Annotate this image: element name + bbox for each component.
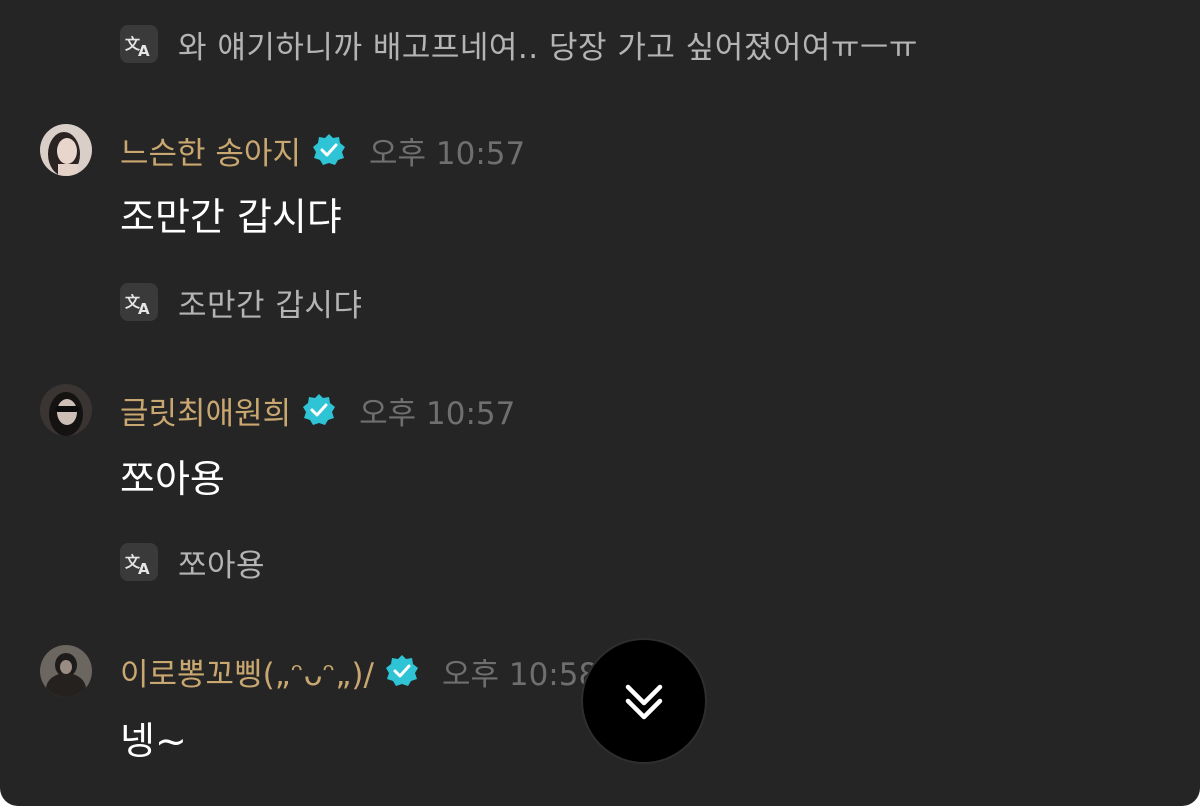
verified-badge-icon bbox=[312, 134, 345, 165]
username[interactable]: 이로뽕꼬삥(„ᵔᴗᵔ„)/ bbox=[120, 649, 374, 694]
message-translation: 文 A 조만간 갑시댜 bbox=[120, 279, 362, 325]
verified-badge-icon bbox=[303, 394, 336, 425]
chevron-double-down-icon bbox=[625, 684, 663, 720]
chat-screen: 文 A 와 얘기하니까 배고프네여.. 당장 가고 싶어졌어여ㅠㅡㅠ 느슨한 송… bbox=[0, 0, 1200, 806]
message-translation: 文 A 쪼아용 bbox=[120, 539, 265, 585]
timestamp: 오후 10:57 bbox=[368, 135, 526, 172]
timestamp: 오후 10:58 bbox=[441, 656, 599, 693]
message-text: 넹~ bbox=[120, 719, 187, 763]
message-text: 쪼아용 bbox=[120, 457, 225, 501]
message-text: 조만간 갑시댜 bbox=[120, 195, 342, 239]
translate-icon[interactable]: 文 A bbox=[120, 283, 158, 321]
message-header: 느슨한 송아지 오후 10:57 bbox=[40, 122, 525, 178]
translate-icon[interactable]: 文 A bbox=[120, 25, 158, 63]
message-translation: 文 A 와 얘기하니까 배고프네여.. 당장 가고 싶어졌어여ㅠㅡㅠ bbox=[120, 21, 918, 67]
avatar[interactable] bbox=[40, 124, 92, 176]
verified-badge-icon bbox=[385, 655, 418, 686]
translate-icon[interactable]: 文 A bbox=[120, 543, 158, 581]
message-header: 글릿최애원희 오후 10:57 bbox=[40, 382, 515, 438]
avatar[interactable] bbox=[40, 384, 92, 436]
svg-text:A: A bbox=[138, 42, 150, 57]
avatar[interactable] bbox=[40, 645, 92, 697]
translation-text: 쪼아용 bbox=[178, 547, 266, 584]
username[interactable]: 느슨한 송아지 bbox=[120, 128, 301, 173]
scroll-to-bottom-button[interactable] bbox=[581, 638, 707, 764]
message-header: 이로뽕꼬삥(„ᵔᴗᵔ„)/ 오후 10:58 bbox=[40, 643, 598, 699]
svg-text:A: A bbox=[138, 560, 150, 575]
svg-text:A: A bbox=[138, 300, 150, 315]
translation-text: 조만간 갑시댜 bbox=[178, 287, 363, 324]
username[interactable]: 글릿최애원희 bbox=[120, 388, 291, 433]
translation-text: 와 얘기하니까 배고프네여.. 당장 가고 싶어졌어여ㅠㅡㅠ bbox=[178, 29, 918, 66]
timestamp: 오후 10:57 bbox=[359, 395, 516, 432]
